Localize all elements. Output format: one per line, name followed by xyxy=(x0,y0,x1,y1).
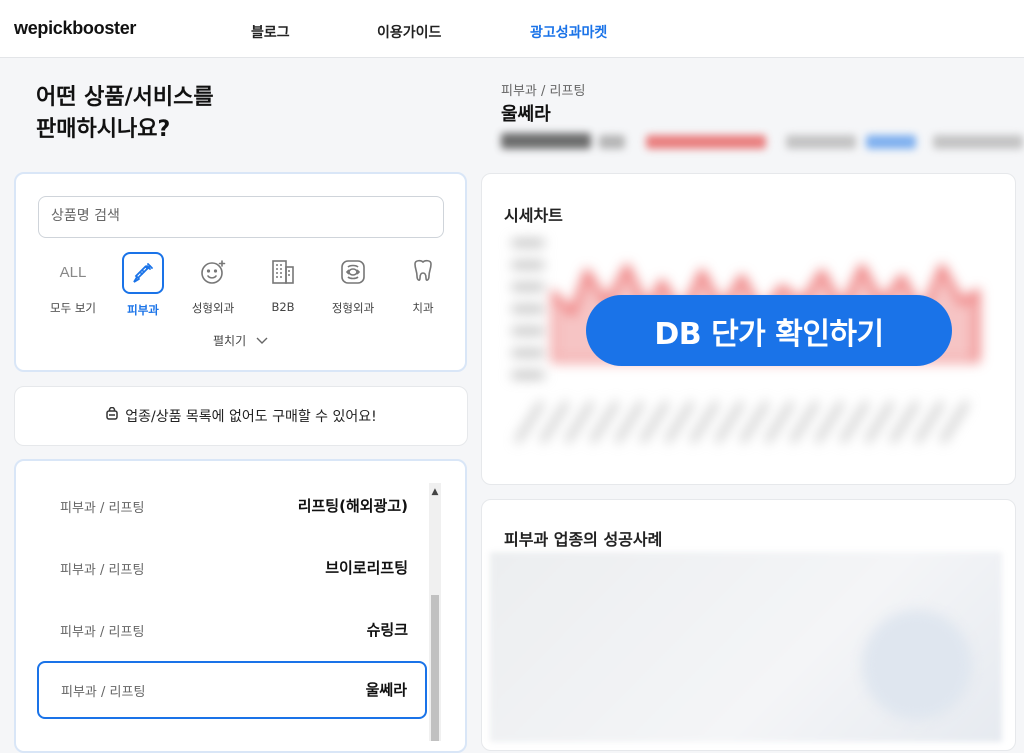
price-chart-title: 시세차트 xyxy=(504,206,563,225)
blurred-x-axis xyxy=(512,392,982,448)
category-orthopedics[interactable]: 정형외과 xyxy=(323,252,383,316)
notice-banner: 업종/상품 목록에 없어도 구매할 수 있어요! xyxy=(14,386,468,446)
product-name: 리프팅(해외광고) xyxy=(297,497,408,515)
expand-categories-button[interactable]: 펼치기 xyxy=(16,332,465,349)
product-name: 울쎄라 xyxy=(365,681,407,699)
cart-icon xyxy=(105,406,119,425)
product-name: 슈링크 xyxy=(366,621,408,639)
scroll-thumb[interactable] xyxy=(431,595,439,741)
list-scrollbar[interactable]: ▲ xyxy=(429,483,441,741)
nav-guide[interactable]: 이용가이드 xyxy=(377,22,441,42)
notice-content: 업종/상품 목록에 없어도 구매할 수 있어요! xyxy=(15,387,467,445)
list-item[interactable]: 피부과 / 리프팅 브이로리프팅 xyxy=(38,541,426,595)
blurred-case-accent xyxy=(862,610,972,720)
category-label: 피부과 xyxy=(127,303,159,317)
product-category: 피부과 / 리프팅 xyxy=(60,625,145,640)
nav-blog[interactable]: 블로그 xyxy=(251,22,290,42)
category-filter-panel: ALL 모두 보기 피부과 성형외과 xyxy=(14,172,467,372)
notice-text: 업종/상품 목록에 없어도 구매할 수 있어요! xyxy=(125,409,377,425)
search-field[interactable] xyxy=(38,196,444,238)
syringe-icon xyxy=(122,252,164,294)
product-list-panel: 피부과 / 리프팅 리프팅(해외광고) 피부과 / 리프팅 브이로리프팅 피부과… xyxy=(14,459,467,753)
product-name: 브이로리프팅 xyxy=(325,559,408,577)
breadcrumb: 피부과 / 리프팅 xyxy=(501,84,586,99)
category-label: 치과 xyxy=(412,301,434,315)
spine-icon xyxy=(333,252,373,292)
tooth-icon xyxy=(403,252,443,292)
building-icon xyxy=(263,252,303,292)
success-cases-panel: 피부과 업종의 성공사례 xyxy=(481,499,1016,751)
product-title: 울쎄라 xyxy=(501,104,551,125)
face-sparkle-icon xyxy=(193,252,233,292)
blurred-price-summary xyxy=(501,131,1023,153)
product-category: 피부과 / 리프팅 xyxy=(60,563,145,578)
nav-ad-performance-market[interactable]: 광고성과마켓 xyxy=(530,22,607,42)
list-item[interactable]: 피부과 / 리프팅 슈링크 xyxy=(38,603,426,657)
blurred-y-axis xyxy=(508,236,548,386)
page-headline: 어떤 상품/서비스를 판매하시나요? xyxy=(36,82,214,146)
chevron-down-icon xyxy=(256,334,268,348)
category-dermatology[interactable]: 피부과 xyxy=(113,252,173,318)
brand-logo[interactable]: wepickbooster xyxy=(14,18,136,39)
category-label: B2B xyxy=(271,300,295,314)
headline-line-2: 판매하시나요? xyxy=(36,117,171,142)
category-all[interactable]: ALL 모두 보기 xyxy=(43,252,103,316)
category-label: 성형외과 xyxy=(191,301,235,315)
all-icon: ALL xyxy=(59,263,87,281)
expand-label: 펼치기 xyxy=(213,334,247,348)
check-db-price-button[interactable]: DB 단가 확인하기 xyxy=(586,295,952,366)
category-label: 모두 보기 xyxy=(50,301,96,315)
category-b2b[interactable]: B2B xyxy=(253,252,313,314)
list-item-selected[interactable]: 피부과 / 리프팅 울쎄라 xyxy=(37,661,427,719)
product-category: 피부과 / 리프팅 xyxy=(60,501,145,516)
category-label: 정형외과 xyxy=(331,301,375,315)
headline-line-1: 어떤 상품/서비스를 xyxy=(36,85,214,110)
category-dentistry[interactable]: 치과 xyxy=(393,252,453,316)
product-category: 피부과 / 리프팅 xyxy=(61,685,146,700)
scroll-up-arrow-icon[interactable]: ▲ xyxy=(429,487,441,497)
category-plastic-surgery[interactable]: 성형외과 xyxy=(183,252,243,316)
success-cases-title: 피부과 업종의 성공사례 xyxy=(504,530,663,549)
top-navigation-bar: wepickbooster 블로그 이용가이드 광고성과마켓 xyxy=(0,0,1024,58)
list-item[interactable]: 피부과 / 리프팅 리프팅(해외광고) xyxy=(38,479,426,533)
product-search-input[interactable] xyxy=(39,197,443,235)
